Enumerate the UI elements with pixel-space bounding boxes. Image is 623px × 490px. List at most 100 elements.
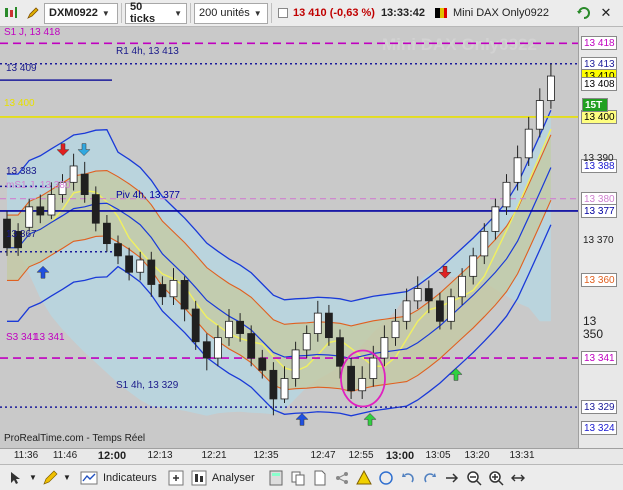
candle-body bbox=[103, 222, 111, 245]
level-r1-4h: R1 4h, 13 413 bbox=[116, 46, 179, 57]
arrow-right-icon[interactable] bbox=[441, 468, 463, 488]
price-grid-label: 13 370 bbox=[583, 234, 614, 246]
refresh-icon[interactable] bbox=[573, 3, 595, 24]
document-icon[interactable] bbox=[309, 468, 331, 488]
candle-body bbox=[447, 296, 455, 322]
analyse-label: Analyser bbox=[211, 471, 255, 484]
share-icon[interactable] bbox=[331, 468, 353, 488]
chevron-down-icon: ▼ bbox=[101, 8, 110, 18]
candle-body bbox=[36, 206, 45, 216]
instrument-select[interactable]: DXM0922 ▼ bbox=[44, 2, 118, 24]
ticks-label: 50 ticks bbox=[130, 1, 156, 25]
zoom-out-icon[interactable] bbox=[463, 468, 485, 488]
time-label: 12:55 bbox=[348, 450, 374, 461]
candle-body bbox=[180, 280, 189, 310]
candle-body bbox=[547, 75, 555, 101]
level-13383: 13 383 bbox=[6, 166, 37, 177]
price-tag: 13 360 bbox=[581, 273, 617, 288]
shape-icon[interactable] bbox=[375, 468, 397, 488]
redo-icon[interactable] bbox=[419, 468, 441, 488]
close-icon[interactable]: ✕ bbox=[595, 3, 617, 24]
window-title: Mini DAX Only0922 bbox=[452, 7, 549, 19]
edit-icon[interactable] bbox=[22, 3, 44, 24]
price-grid-label: 13 390 bbox=[583, 152, 614, 164]
level-ms1-j: mS1 J, 13 380 bbox=[6, 180, 71, 191]
price-tag: 13 418 bbox=[581, 36, 617, 51]
time-label: 13:05 bbox=[425, 450, 451, 461]
top-toolbar: DXM0922 ▼ 50 ticks ▼ 200 unités ▼ 13 410… bbox=[0, 0, 623, 27]
candle-body bbox=[535, 100, 544, 130]
instrument-label: DXM0922 bbox=[49, 7, 98, 19]
divider bbox=[121, 3, 122, 23]
candle-body bbox=[402, 300, 411, 322]
time-label: 13:20 bbox=[464, 450, 490, 461]
candle-body bbox=[191, 308, 200, 343]
indicators-label: Indicateurs bbox=[103, 471, 157, 484]
candle-body bbox=[413, 288, 422, 302]
candle-body bbox=[324, 312, 333, 339]
clock-time: 13:33:42 bbox=[380, 7, 425, 19]
bottom-toolbar: ▼ ▼ Indicateurs Analyser bbox=[0, 464, 623, 490]
undo-icon[interactable] bbox=[397, 468, 419, 488]
calculator-icon[interactable] bbox=[265, 468, 287, 488]
price-grid-label: 13 350 bbox=[583, 314, 604, 342]
candle-body bbox=[313, 312, 322, 334]
analyse-icon bbox=[191, 470, 207, 485]
candle-body bbox=[47, 194, 56, 216]
chevron-down-icon: ▼ bbox=[174, 8, 182, 18]
candle-body bbox=[513, 157, 522, 183]
candle-body bbox=[169, 280, 178, 298]
price-tag: 13 329 bbox=[581, 400, 617, 415]
divider bbox=[271, 3, 272, 23]
copy-icon[interactable] bbox=[287, 468, 309, 488]
time-label: 12:00 bbox=[97, 450, 127, 462]
price-change: 13 410 (-0,63 %) bbox=[293, 7, 375, 19]
indicators-button[interactable]: Indicateurs bbox=[80, 468, 157, 488]
buy-arrow bbox=[449, 368, 463, 381]
candle-body bbox=[213, 337, 222, 359]
chevron-down-icon[interactable]: ▼ bbox=[26, 468, 40, 488]
candle-body bbox=[435, 300, 444, 322]
time-axis: 11:36 11:46 12:00 12:13 12:21 12:35 12:47 12:55… bbox=[0, 448, 623, 464]
chart-plot-area bbox=[0, 42, 578, 426]
candle-body bbox=[336, 337, 344, 367]
candle-body bbox=[225, 320, 233, 339]
tick-counter-badge: 15T bbox=[582, 97, 608, 112]
price-tag: 13 408 bbox=[581, 77, 617, 92]
candle-body bbox=[458, 275, 467, 298]
chevron-down-icon[interactable]: ▼ bbox=[60, 468, 74, 488]
price-chart[interactable]: Mini DAX Only0922 13 41813 41313 41013 4… bbox=[0, 27, 623, 448]
candle-body bbox=[358, 378, 367, 392]
pencil-icon[interactable] bbox=[40, 468, 60, 488]
time-label: 12:35 bbox=[253, 450, 279, 461]
analyse-button[interactable]: Analyser bbox=[191, 468, 255, 488]
zoom-in-icon[interactable] bbox=[485, 468, 507, 488]
buy-arrow bbox=[295, 413, 309, 426]
checkbox-icon[interactable] bbox=[275, 3, 291, 24]
time-label: 12:47 bbox=[310, 450, 336, 461]
candle-body bbox=[469, 255, 478, 277]
units-select[interactable]: 200 unités ▼ bbox=[194, 2, 268, 24]
pointer-icon[interactable] bbox=[4, 468, 26, 488]
fit-icon[interactable] bbox=[507, 468, 529, 488]
price-tag: 13 324 bbox=[581, 420, 617, 435]
candle-body bbox=[380, 337, 389, 359]
candle-body bbox=[524, 128, 533, 159]
candle-body bbox=[25, 206, 34, 228]
candle-body bbox=[91, 194, 100, 224]
indicators-icon bbox=[80, 471, 98, 484]
candle-body bbox=[258, 357, 267, 371]
divider bbox=[190, 3, 191, 23]
time-label: 12:13 bbox=[147, 450, 173, 461]
alert-icon[interactable] bbox=[353, 468, 375, 488]
candle-body bbox=[480, 230, 489, 257]
chart-type-icon[interactable] bbox=[0, 3, 22, 24]
level-s1-4h: S1 4h, 13 329 bbox=[116, 380, 179, 391]
add-chart-icon[interactable] bbox=[165, 468, 187, 488]
buy-arrow bbox=[363, 413, 377, 426]
ticks-select[interactable]: 50 ticks ▼ bbox=[125, 1, 187, 25]
candle-body bbox=[280, 378, 289, 400]
units-label: 200 unités bbox=[199, 7, 250, 19]
time-label: 11:46 bbox=[52, 450, 78, 461]
time-label: 11:36 bbox=[13, 450, 39, 461]
